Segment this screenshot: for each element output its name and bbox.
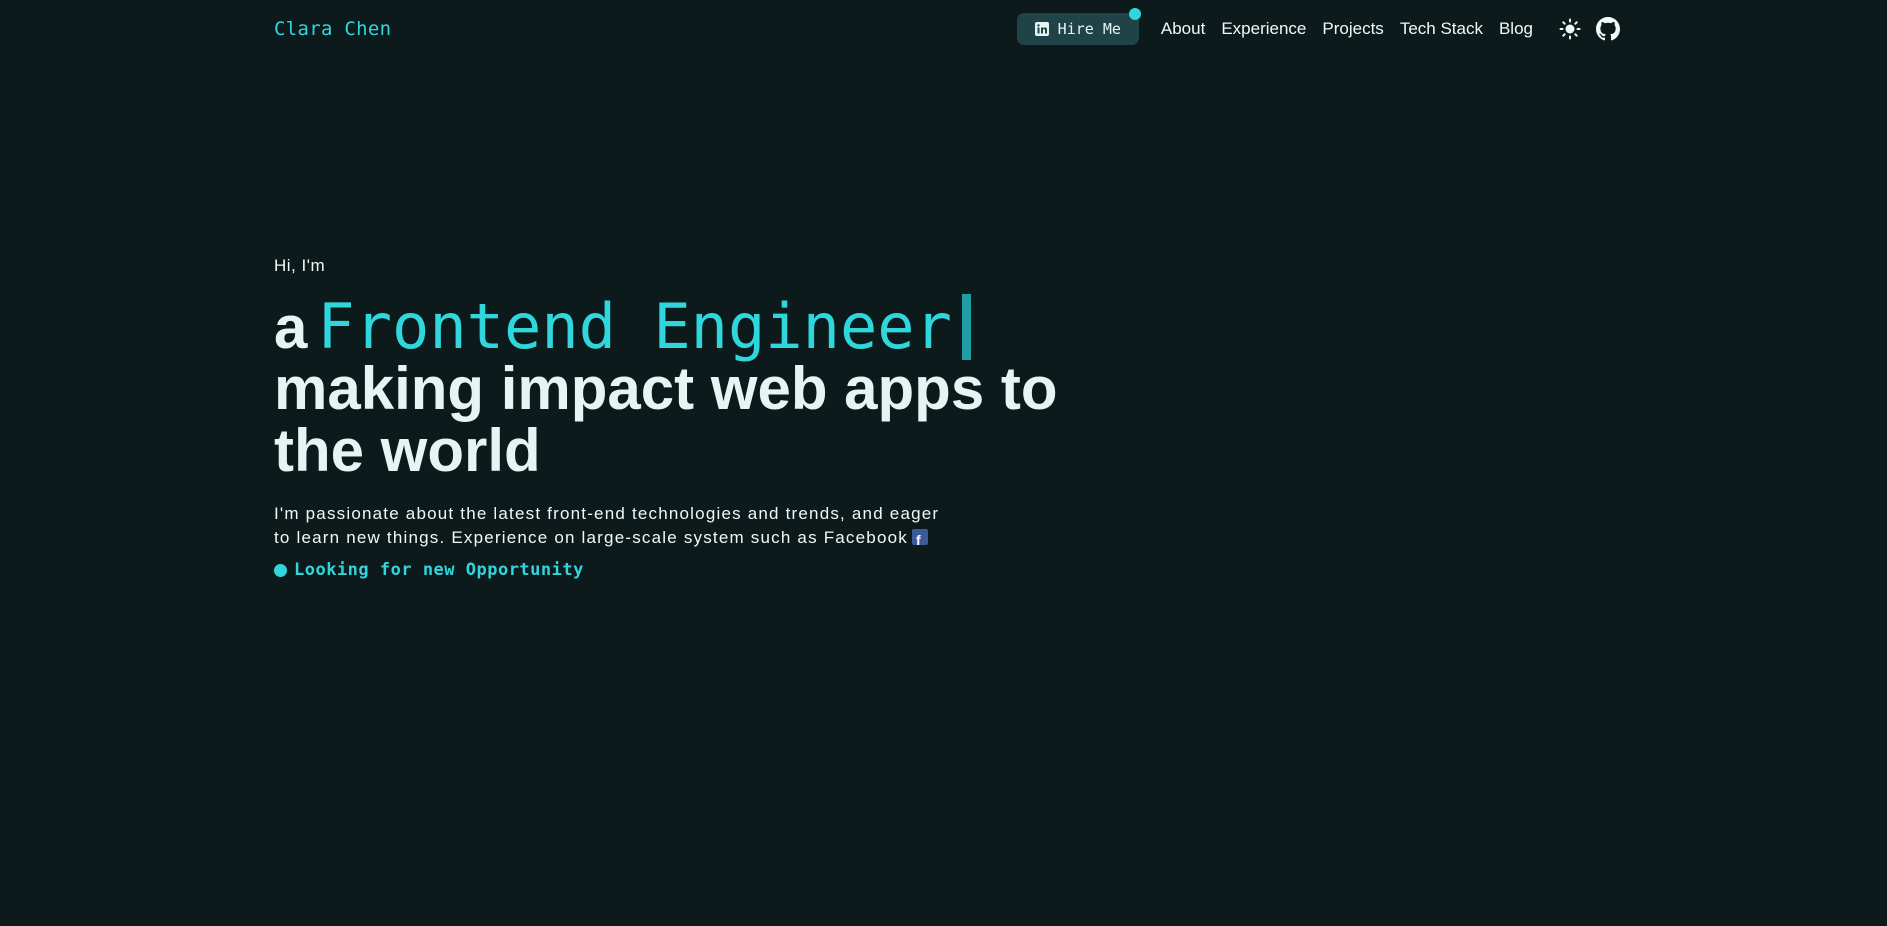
status-text: Looking for new Opportunity (294, 560, 584, 580)
headline-role: Frontend Engineer (317, 290, 952, 363)
hero-description: I'm passionate about the latest front-en… (274, 502, 954, 550)
nav-link-blog[interactable]: Blog (1499, 19, 1533, 39)
description-text: I'm passionate about the latest front-en… (274, 504, 940, 547)
main-nav: Hire Me About Experience Projects Tech S… (1016, 8, 1621, 45)
facebook-icon: f (911, 529, 928, 548)
hire-me-label: Hire Me (1057, 20, 1121, 38)
notification-dot (1128, 8, 1141, 20)
nav-link-about[interactable]: About (1161, 19, 1205, 39)
page: Clara Chen Hire Me About Experience Proj… (0, 0, 1887, 926)
brand-logo[interactable]: Clara Chen (274, 18, 391, 40)
hero-greeting: Hi, I'm (274, 256, 326, 275)
nav-link-experience[interactable]: Experience (1221, 19, 1306, 39)
typing-caret (961, 294, 971, 360)
status-indicator: Looking for new Opportunity (274, 560, 1074, 580)
nav-link-projects[interactable]: Projects (1322, 19, 1383, 39)
nav-link-tech-stack[interactable]: Tech Stack (1400, 19, 1483, 39)
site-header: Clara Chen Hire Me About Experience Proj… (274, 0, 1621, 58)
header-actions (1557, 16, 1621, 42)
hire-me-button[interactable]: Hire Me (1016, 8, 1141, 45)
theme-toggle-button[interactable] (1557, 16, 1583, 42)
hero-section: Hi, I'm a Frontend Engineer making impac… (274, 256, 1074, 580)
hero-headline-rest: making impact web apps to the world (274, 355, 1058, 484)
status-dot-icon (274, 563, 287, 577)
headline-prefix: a (274, 294, 308, 361)
hero-headline-line1: a Frontend Engineer (274, 290, 1074, 363)
linkedin-icon (1034, 22, 1049, 36)
sun-icon (1559, 18, 1581, 40)
github-icon (1596, 17, 1620, 41)
github-link[interactable] (1595, 16, 1621, 42)
